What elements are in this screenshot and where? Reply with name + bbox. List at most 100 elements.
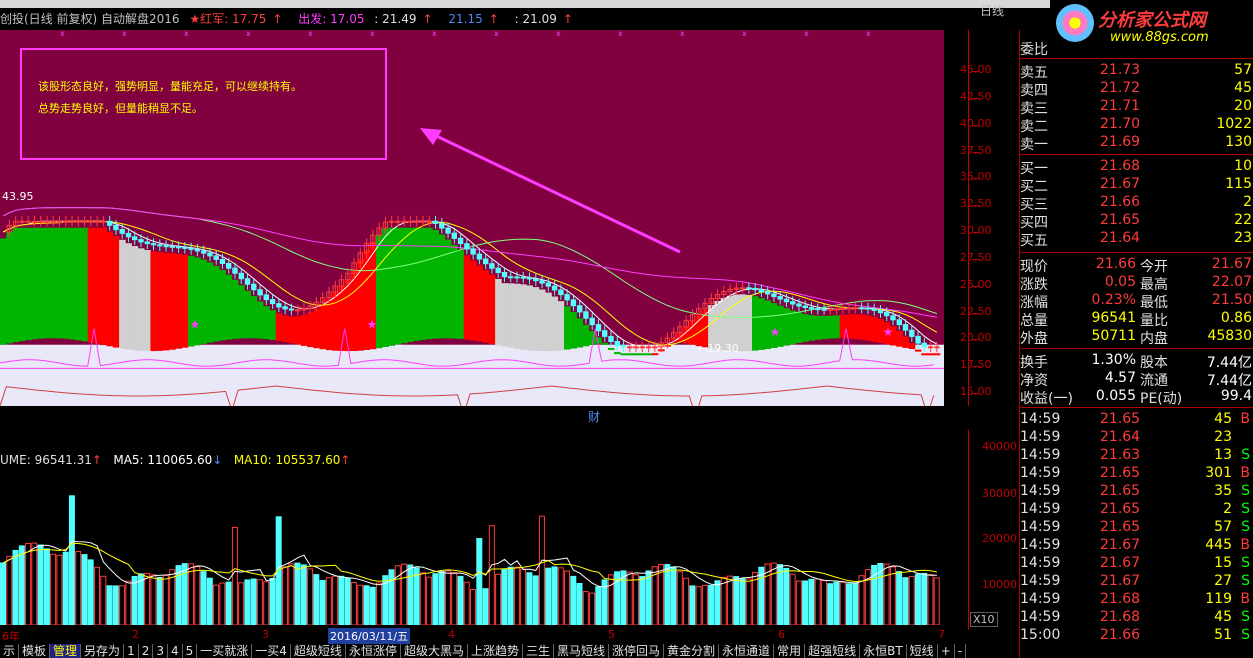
band-segment (463, 255, 471, 340)
band-segment (488, 274, 496, 344)
trade-time: 14:59 (1020, 483, 1061, 499)
buy-level-row: 买四 21.65 22 (1020, 212, 1253, 231)
trade-row: 14:59 21.65 45 B (1020, 411, 1253, 429)
price-tick-label: 35.00 (960, 170, 992, 184)
candle-body (884, 312, 890, 317)
finance-label[interactable]: 财 (588, 408, 600, 425)
formula-tab[interactable]: 2 (139, 644, 154, 658)
candle-body (739, 287, 746, 290)
band-segment (551, 296, 559, 351)
candle-body (163, 245, 169, 248)
buy-volume: 115 (1225, 176, 1252, 192)
formula-tab[interactable]: 永恒涨停 (346, 644, 401, 658)
formula-tab[interactable]: - (955, 644, 967, 658)
band-segment (470, 260, 477, 341)
trade-side: B (1240, 591, 1250, 607)
candle-body (401, 220, 407, 223)
formula-tab[interactable]: 永恒BT (860, 644, 907, 658)
candle-body (877, 309, 884, 314)
candle-body (295, 309, 301, 312)
volume-value: UME: 96541.31 (0, 453, 92, 467)
sell-level-row: 卖五 21.73 57 (1020, 62, 1253, 81)
candle-body (545, 282, 551, 287)
formula-tab[interactable]: + (938, 644, 955, 658)
trade-volume: 2 (1223, 501, 1232, 517)
formula-tab[interactable]: 黄金分割 (664, 644, 720, 658)
formula-tab[interactable]: 三生 (523, 644, 554, 658)
volume-bar (256, 579, 263, 625)
band-segment (407, 227, 414, 342)
period-label[interactable]: 日线 (980, 2, 1004, 19)
formula-tab[interactable]: 永恒通道 (719, 644, 775, 658)
band-segment (632, 353, 640, 356)
band-segment (739, 294, 747, 352)
band-segment (244, 290, 251, 339)
formula-tab[interactable]: 超级大黑马 (401, 644, 468, 658)
candle-body (251, 283, 257, 291)
band-segment (858, 314, 866, 340)
band-segment (557, 301, 565, 351)
formula-tab[interactable]: 涨停回马 (609, 644, 665, 658)
ma5-value: MA5: 110065.60 (113, 453, 213, 467)
candle-body (94, 220, 100, 223)
band-segment (319, 304, 327, 350)
stat-label: 最高 (1140, 277, 1168, 293)
band-segment (795, 312, 803, 343)
trade-side: S (1241, 519, 1250, 535)
formula-tab[interactable]: 常用 (774, 644, 806, 658)
up-arrow-icon: ↑ (272, 12, 283, 26)
buy-level-label: 买五 (1020, 233, 1048, 249)
band-segment (231, 279, 239, 339)
volume-tick-label: 40000 (982, 440, 1017, 453)
sell-level-row: 卖一 21.69 130 (1020, 134, 1253, 153)
fundamental-row: 换手 1.30% 股本 7.44亿 (1020, 352, 1253, 371)
formula-tab[interactable]: 上涨趋势 (468, 644, 523, 658)
sell-price: 21.71 (1100, 98, 1141, 114)
formula-tab[interactable]: 1 (124, 644, 139, 658)
volume-chart[interactable] (0, 470, 944, 625)
signal-mark-icon: x (122, 30, 127, 38)
candle-body (614, 341, 620, 347)
formula-tab[interactable]: 短线 (907, 644, 938, 658)
formula-tab[interactable]: 5 (183, 644, 198, 658)
volume-bar (357, 584, 364, 625)
candle-body (639, 346, 645, 349)
candle-body (457, 237, 464, 245)
formula-tab[interactable]: 另存为 (81, 644, 125, 658)
candle-body (777, 296, 783, 300)
band-segment (288, 316, 295, 344)
candle-body (25, 220, 31, 223)
formula-tab[interactable]: 模板 (19, 644, 51, 658)
formula-tab[interactable]: 管理 (50, 644, 82, 658)
formula-tab[interactable]: 4 (168, 644, 183, 658)
formula-tab[interactable]: 一买就涨 (197, 644, 253, 658)
candle-body (464, 243, 470, 250)
formula-tab[interactable]: 超级短线 (291, 644, 346, 658)
candle-body (577, 305, 583, 313)
formula-tab[interactable]: 黑马短线 (554, 644, 610, 658)
formula-tab[interactable]: 3 (153, 644, 168, 658)
formula-tab[interactable]: 示 (0, 644, 20, 658)
formula-tab[interactable]: 一买4 (252, 644, 291, 658)
trade-price: 21.64 (1100, 429, 1141, 445)
volume-bar (31, 542, 38, 625)
band-segment (219, 269, 226, 341)
candle-body (583, 311, 589, 319)
band-segment (839, 314, 847, 339)
trade-price: 21.68 (1100, 609, 1141, 625)
volume-bar (369, 586, 376, 625)
trade-volume: 45 (1214, 609, 1232, 625)
candle-body (821, 308, 827, 311)
high-price-label: 43.95 (2, 190, 34, 203)
stat-label: 内盘 (1140, 331, 1168, 347)
analysis-annotation-box: 该股形态良好，强势明显，量能充足，可以继续持有。 总势走势良好，但量能稍显不足。 (20, 48, 387, 160)
volume-bar (733, 576, 740, 625)
band-segment (476, 265, 483, 342)
buy-price: 21.66 (1100, 194, 1141, 210)
volume-bar (388, 569, 395, 625)
candle-body (476, 253, 483, 260)
price-tick-label: 37.50 (960, 143, 992, 157)
volume-bar (81, 554, 88, 625)
fundamental-value: 7.44亿 (1206, 373, 1252, 389)
formula-tab[interactable]: 超强短线 (805, 644, 861, 658)
